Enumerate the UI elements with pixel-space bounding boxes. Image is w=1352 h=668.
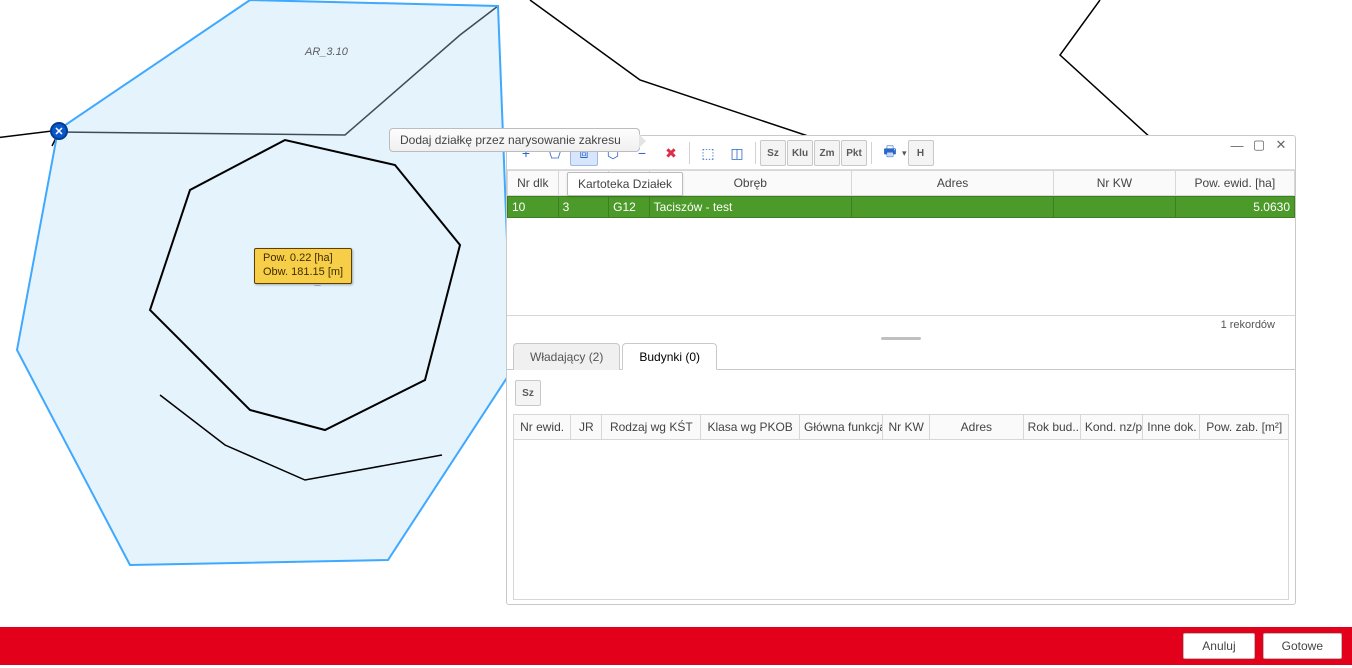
sz-button[interactable]: Sz: [760, 140, 786, 166]
col-header[interactable]: Rok bud...: [1023, 415, 1080, 440]
vertex-marker[interactable]: ✕: [50, 122, 68, 140]
close-icon[interactable]: ✕: [1273, 138, 1289, 152]
done-button[interactable]: Gotowe: [1263, 633, 1342, 659]
klu-button[interactable]: Klu: [787, 140, 813, 166]
tab-body-buildings: Sz Nr ewid.JRRodzaj wg KŚTKlasa wg PKOBG…: [507, 370, 1295, 604]
col-header[interactable]: Adres: [930, 415, 1024, 440]
measurement-perimeter: Obw. 181.15 [m]: [263, 266, 343, 280]
minimize-icon[interactable]: —: [1229, 138, 1245, 152]
sz-button-sub[interactable]: Sz: [515, 380, 541, 406]
toolbar-tooltip: Kartoteka Działek: [567, 172, 683, 196]
measurement-area: Pow. 0.22 [ha]: [263, 252, 343, 266]
col-header[interactable]: Pow. zab. [m²]: [1200, 415, 1289, 440]
tab-1[interactable]: Budynki (0): [622, 343, 717, 370]
delete-icon[interactable]: ✖: [657, 140, 685, 166]
col-header[interactable]: Pow. ewid. [ha]: [1175, 171, 1294, 196]
measurement-box: Pow. 0.22 [ha] Obw. 181.15 [m]: [254, 248, 352, 284]
select2-icon[interactable]: ◫: [723, 140, 751, 166]
col-header[interactable]: Nr dlk: [508, 171, 559, 196]
footer-bar: Anuluj Gotowe: [0, 627, 1352, 665]
col-header[interactable]: Klasa wg PKOB: [701, 415, 800, 440]
record-count: 1 rekordów: [507, 316, 1295, 334]
cancel-button[interactable]: Anuluj: [1183, 633, 1254, 659]
print-icon[interactable]: 🖶: [876, 140, 904, 166]
col-header[interactable]: Nr KW: [883, 415, 930, 440]
col-header[interactable]: Rodzaj wg KŚT: [602, 415, 701, 440]
maximize-icon[interactable]: ▢: [1251, 138, 1267, 152]
col-header[interactable]: JR: [571, 415, 602, 440]
select1-icon[interactable]: ⬚: [694, 140, 722, 166]
region-label-1: AR_3.10: [305, 46, 348, 58]
col-header[interactable]: Adres: [851, 171, 1053, 196]
table-row[interactable]: 103G12Taciszów - test5.0630: [508, 197, 1295, 218]
col-header[interactable]: Nr ewid.: [514, 415, 571, 440]
tab-0[interactable]: Władający (2): [513, 343, 620, 370]
pkt-button[interactable]: Pkt: [841, 140, 867, 166]
col-header[interactable]: Kond. nz/pz: [1080, 415, 1142, 440]
col-header[interactable]: Inne dok.: [1143, 415, 1200, 440]
parcel-panel: Dodaj działkę przez narysowanie zakresu …: [506, 135, 1296, 605]
tabs-row: Władający (2)Budynki (0): [507, 342, 1295, 370]
zm-button[interactable]: Zm: [814, 140, 840, 166]
panel-title-text: Dodaj działkę przez narysowanie zakresu: [400, 133, 621, 147]
splitter[interactable]: [507, 334, 1295, 342]
h-button[interactable]: H: [908, 140, 934, 166]
toolbar-tooltip-text: Kartoteka Działek: [578, 177, 672, 191]
col-header[interactable]: Główna funkcja: [800, 415, 883, 440]
buildings-grid[interactable]: Nr ewid.JRRodzaj wg KŚTKlasa wg PKOBGłów…: [513, 414, 1289, 440]
col-header[interactable]: Nr KW: [1054, 171, 1175, 196]
panel-title: Dodaj działkę przez narysowanie zakresu: [389, 128, 640, 152]
